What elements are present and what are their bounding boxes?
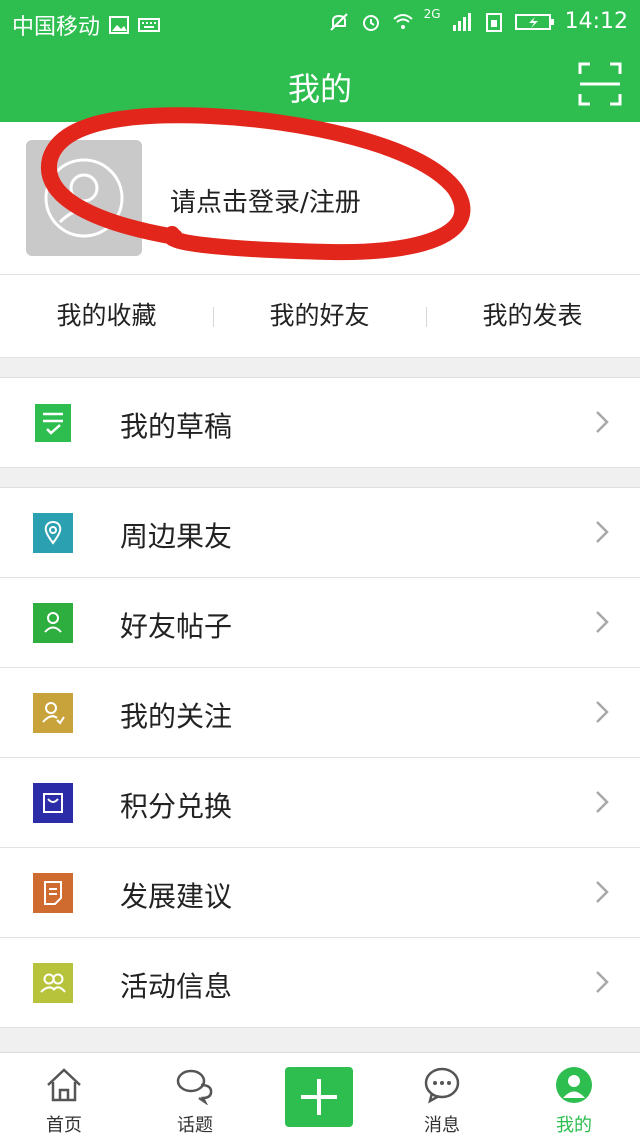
my-friends-tab[interactable]: 我的好友 — [213, 275, 426, 357]
chevron-right-icon — [596, 701, 609, 723]
friend-icon — [33, 603, 73, 643]
menu-item-friend-posts[interactable]: 好友帖子 — [0, 578, 640, 668]
title-bar: 我的 — [0, 46, 640, 122]
plus-icon — [301, 1079, 337, 1115]
nav-home[interactable]: 首页 — [0, 1053, 128, 1139]
nav-label-active: 我的 — [556, 1115, 592, 1136]
location-icon — [33, 513, 73, 553]
follow-icon — [33, 693, 73, 733]
nav-mine[interactable]: 我的 — [510, 1053, 638, 1139]
chevron-right-icon — [596, 611, 609, 633]
alarm-icon — [362, 14, 379, 31]
network-type: 2G — [423, 6, 441, 21]
login-register-link[interactable]: 请点击登录/注册 — [170, 182, 361, 219]
group-icon — [33, 963, 73, 1003]
menu-item-label: 发展建议 — [120, 880, 233, 913]
menu-item-suggestions[interactable]: 发展建议 — [0, 848, 640, 938]
menu-item-label: 好友帖子 — [120, 610, 233, 643]
chevron-right-icon — [596, 521, 609, 543]
image-icon — [109, 16, 130, 34]
nav-label: 话题 — [177, 1115, 213, 1136]
menu-item-label: 周边果友 — [120, 520, 233, 553]
menu-item-label: 我的关注 — [120, 700, 233, 733]
avatar[interactable] — [26, 140, 142, 256]
battery-icon — [514, 13, 554, 30]
mute-icon — [329, 12, 348, 31]
page-title: 我的 — [287, 70, 352, 108]
menu-item-nearby-friends[interactable]: 周边果友 — [0, 488, 640, 578]
sim-icon — [485, 12, 502, 32]
nav-messages[interactable]: 消息 — [378, 1053, 506, 1139]
nav-label: 首页 — [46, 1115, 82, 1136]
draft-icon — [35, 404, 71, 442]
menu-item-points-exchange[interactable]: 积分兑换 — [0, 758, 640, 848]
menu-item-label: 我的草稿 — [120, 410, 233, 443]
keyboard-icon — [138, 18, 161, 32]
menu-item-label: 活动信息 — [120, 970, 233, 1003]
shopping-bag-icon — [33, 783, 73, 823]
chevron-right-icon — [596, 881, 609, 903]
nav-label: 消息 — [424, 1115, 460, 1136]
main-menu-group: 周边果友 好友帖子 我的关注 积分兑换 发展建议 活动信息 — [0, 487, 640, 1028]
clock: 14:12 — [564, 9, 628, 34]
home-icon — [47, 1068, 81, 1102]
user-icon — [556, 1067, 592, 1103]
status-bar: 中国移动 2G 14:12 — [0, 0, 640, 46]
document-icon — [33, 873, 73, 913]
message-icon — [424, 1067, 460, 1104]
my-posts-tab[interactable]: 我的发表 — [426, 275, 639, 357]
add-post-button[interactable] — [285, 1067, 353, 1127]
my-favorites-tab[interactable]: 我的收藏 — [0, 275, 213, 357]
menu-item-label: 积分兑换 — [120, 790, 233, 823]
quick-tabs: 我的收藏 我的好友 我的发表 — [0, 274, 640, 358]
chevron-right-icon — [596, 791, 609, 813]
menu-item-drafts[interactable]: 我的草稿 — [0, 378, 640, 467]
signal-icon — [452, 12, 471, 31]
scan-button[interactable] — [576, 60, 624, 108]
wifi-icon — [392, 13, 413, 29]
user-avatar-icon — [44, 158, 124, 238]
chat-bubbles-icon — [176, 1069, 213, 1105]
bottom-nav: 首页 话题 消息 我的 — [0, 1052, 640, 1139]
chevron-right-icon — [596, 411, 609, 433]
login-card[interactable]: 请点击登录/注册 — [0, 122, 640, 274]
menu-item-my-follows[interactable]: 我的关注 — [0, 668, 640, 758]
menu-item-activity-info[interactable]: 活动信息 — [0, 938, 640, 1027]
app-header: 中国移动 2G 14:12 我的 — [0, 0, 640, 122]
chevron-right-icon — [596, 971, 609, 993]
carrier-name: 中国移动 — [12, 15, 101, 40]
drafts-group: 我的草稿 — [0, 377, 640, 468]
nav-topics[interactable]: 话题 — [131, 1053, 259, 1139]
